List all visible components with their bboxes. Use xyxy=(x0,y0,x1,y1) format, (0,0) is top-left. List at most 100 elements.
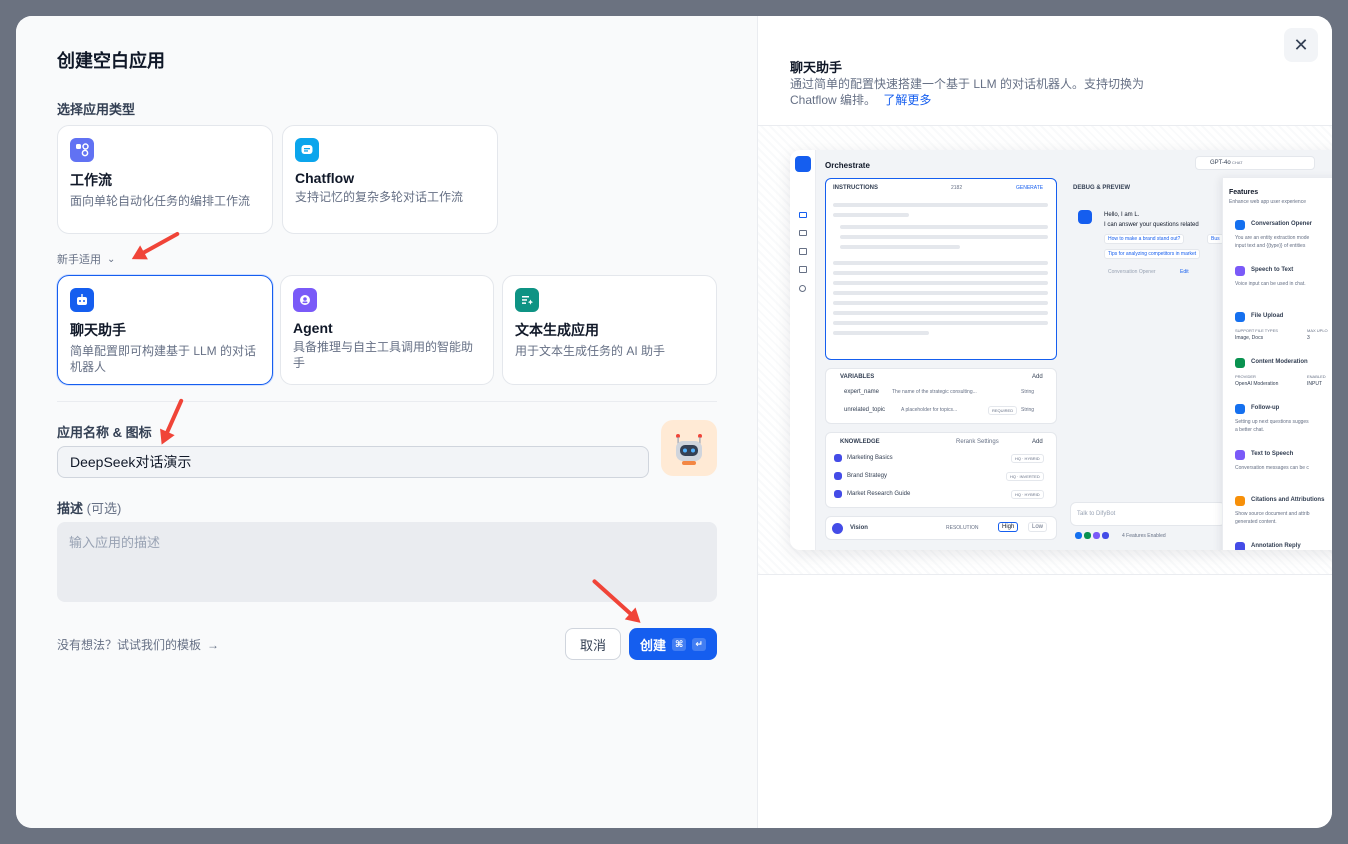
preview-header: Orchestrate xyxy=(825,161,870,170)
vision-box: Vision RESOLUTION High Low xyxy=(825,516,1057,540)
preview-title: 聊天助手 xyxy=(790,60,843,75)
bot-avatar xyxy=(1078,210,1092,224)
type-desc: 支持记忆的复杂多轮对话工作流 xyxy=(295,190,464,204)
var-type: String xyxy=(1021,407,1035,413)
feature-name: Text to Speech xyxy=(1251,451,1294,457)
feature-desc: Voice input can be used in chat. xyxy=(1235,281,1306,287)
rerank-settings: Rerank Settings xyxy=(956,439,999,445)
instructions-label: INSTRUCTIONS xyxy=(833,185,878,191)
folder-icon xyxy=(834,490,842,498)
create-button[interactable]: 创建 ⌘ ↵ xyxy=(629,628,717,660)
type-title: 文本生成应用 xyxy=(515,322,599,338)
text-line xyxy=(833,213,909,217)
preview-app-window: Orchestrate GPT-4o CHAT INSTRUCTIONS 218… xyxy=(790,150,1332,550)
text-line xyxy=(833,281,1048,285)
text-line xyxy=(840,225,1048,229)
feature-desc: You are an entity extraction mode xyxy=(1235,235,1310,241)
variables-label: VARIABLES xyxy=(840,374,875,380)
feature-name: Content Moderation xyxy=(1251,359,1308,365)
knowledge-label: KNOWLEDGE xyxy=(840,439,880,445)
features-subtitle: Enhance web app user experience xyxy=(1229,199,1306,205)
feature-icon xyxy=(1102,532,1109,539)
instructions-box: INSTRUCTIONS 2182 GENERATE xyxy=(825,178,1057,360)
app-type-label: 选择应用类型 xyxy=(57,102,136,117)
feature-desc: input text and {{type}} of entities xyxy=(1235,243,1306,249)
type-title: 工作流 xyxy=(70,172,112,188)
app-icon-picker[interactable] xyxy=(661,420,717,476)
var-key: expert_name xyxy=(844,389,880,395)
type-card-chatbot[interactable]: 聊天助手 简单配置即可构建基于 LLM 的对话机器人 xyxy=(57,275,273,385)
eye-icon xyxy=(832,523,843,534)
suggested-question: Tips for analyzing competitors in market xyxy=(1104,249,1201,259)
type-desc: 具备推理与自主工具调用的智能助手 xyxy=(293,340,474,370)
type-title: Agent xyxy=(293,320,333,336)
close-icon[interactable]: ✕ xyxy=(1284,28,1318,62)
required-badge: REQUIRED xyxy=(988,406,1018,415)
feature-desc: generated content. xyxy=(1235,519,1277,525)
feature-desc: OpenAI Moderation xyxy=(1235,381,1279,387)
monitor-icon xyxy=(799,285,806,292)
model-selector: GPT-4o CHAT xyxy=(1195,156,1315,170)
template-link[interactable]: 没有想法？试试我们的模板 → xyxy=(57,636,219,653)
type-card-workflow[interactable]: 工作流 面向单轮自动化任务的编排工作流 xyxy=(57,125,273,234)
terminal-icon xyxy=(799,230,807,236)
type-card-agent[interactable]: Agent 具备推理与自主工具调用的智能助手 xyxy=(280,275,494,385)
feature-extra: MAX UPLO xyxy=(1307,328,1328,333)
type-card-chatflow[interactable]: Chatflow 支持记忆的复杂多轮对话工作流 xyxy=(282,125,498,234)
feature-icon xyxy=(1075,532,1082,539)
shield-icon xyxy=(1235,358,1245,368)
feature-name: Annotation Reply xyxy=(1251,543,1301,549)
feature-desc: Conversation messages can be c xyxy=(1235,465,1309,471)
chat-input: Talk to DifyBot xyxy=(1070,502,1226,526)
var-type: String xyxy=(1021,389,1035,395)
text-line xyxy=(840,245,960,249)
feature-icon xyxy=(1084,532,1091,539)
beginner-toggle[interactable]: 新手适用 ⌄ xyxy=(57,251,115,267)
app-name-input[interactable]: DeepSeek对话演示 xyxy=(57,446,649,478)
kb-tag: HQ · INVERTED xyxy=(1006,472,1044,481)
opener-edit: Edit xyxy=(1180,269,1189,275)
dialog-title: 创建空白应用 xyxy=(57,51,165,71)
kb-name: Marketing Basics xyxy=(847,455,893,461)
feature-extra: INPUT xyxy=(1307,381,1322,387)
features-title: Features xyxy=(1229,189,1259,196)
feature-desc: SUPPORT FILE TYPES xyxy=(1235,328,1278,333)
text-line xyxy=(833,261,1048,265)
folder-icon xyxy=(834,472,842,480)
type-card-text-generator[interactable]: 文本生成应用 用于文本生成任务的 AI 助手 xyxy=(502,275,717,385)
follow-up-icon xyxy=(1235,404,1245,414)
feature-desc: a better chat. xyxy=(1235,427,1265,433)
description-textarea[interactable]: 输入应用的描述 xyxy=(57,522,717,602)
feature-name: Follow-up xyxy=(1251,405,1280,411)
feature-extra: ENABLED xyxy=(1307,374,1326,379)
speaker-icon xyxy=(1235,450,1245,460)
feature-name: Citations and Attributions xyxy=(1251,497,1325,503)
learn-more-link[interactable]: 了解更多 xyxy=(883,93,931,107)
description-label-text: 描述 xyxy=(57,501,84,516)
robot-icon xyxy=(676,434,702,465)
robot-icon xyxy=(795,156,811,172)
opener-label: Conversation Opener xyxy=(1108,269,1156,275)
text-line xyxy=(833,331,929,335)
cancel-button[interactable]: 取消 xyxy=(565,628,621,660)
upload-icon xyxy=(1235,312,1245,322)
feature-name: File Upload xyxy=(1251,313,1284,319)
text-line xyxy=(833,203,1048,207)
agent-icon xyxy=(293,288,317,312)
description-label: 描述 (可选) xyxy=(57,498,121,517)
feature-desc: Setting up next questions sugges xyxy=(1235,419,1309,425)
preview-panel: ✕ 聊天助手 通过简单的配置快速搭建一个基于 LLM 的对话机器人。支持切换为 … xyxy=(757,16,1332,828)
chatbot-icon xyxy=(70,288,94,312)
suggested-question: How to make a brand stand out? xyxy=(1104,234,1185,244)
optional-label: (可选) xyxy=(86,501,122,516)
divider xyxy=(57,401,717,402)
debug-label: DEBUG & PREVIEW xyxy=(1073,185,1131,191)
text-line xyxy=(833,321,1048,325)
type-title: Chatflow xyxy=(295,170,355,186)
kb-name: Market Research Guide xyxy=(847,491,911,497)
variables-box: VARIABLES Add expert_name The name of th… xyxy=(825,368,1057,424)
text-line xyxy=(833,311,1048,315)
model-name: GPT-4o xyxy=(1210,160,1231,166)
preview-image: Orchestrate GPT-4o CHAT INSTRUCTIONS 218… xyxy=(758,125,1332,575)
citation-icon xyxy=(1235,496,1245,506)
